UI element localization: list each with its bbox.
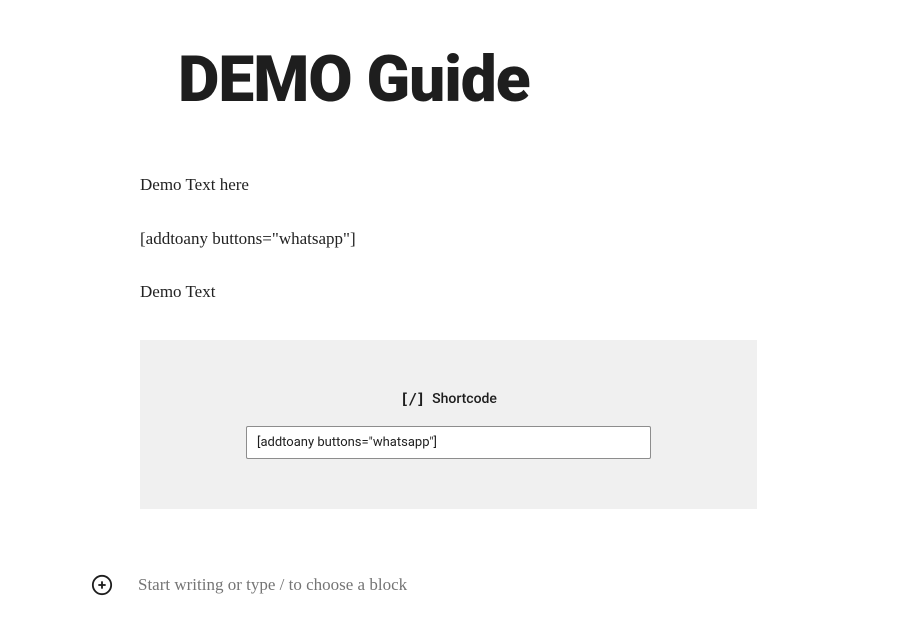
add-block-button[interactable] (90, 573, 114, 597)
paragraph-block[interactable]: Demo Text here (140, 172, 757, 198)
shortcode-input[interactable] (246, 426, 651, 459)
shortcode-label: Shortcode (432, 391, 497, 407)
shortcode-block[interactable]: [/] Shortcode (140, 340, 757, 509)
paragraph-block[interactable]: Demo Text (140, 279, 757, 305)
shortcode-icon: [/] (400, 390, 424, 408)
shortcode-header: [/] Shortcode (200, 390, 697, 408)
plus-circle-icon (91, 574, 113, 596)
new-block-prompt[interactable]: Start writing or type / to choose a bloc… (90, 573, 757, 597)
paragraph-block[interactable]: [addtoany buttons="whatsapp"] (140, 226, 757, 252)
page-title[interactable]: DEMO Guide (178, 48, 757, 112)
new-block-placeholder: Start writing or type / to choose a bloc… (138, 575, 407, 595)
